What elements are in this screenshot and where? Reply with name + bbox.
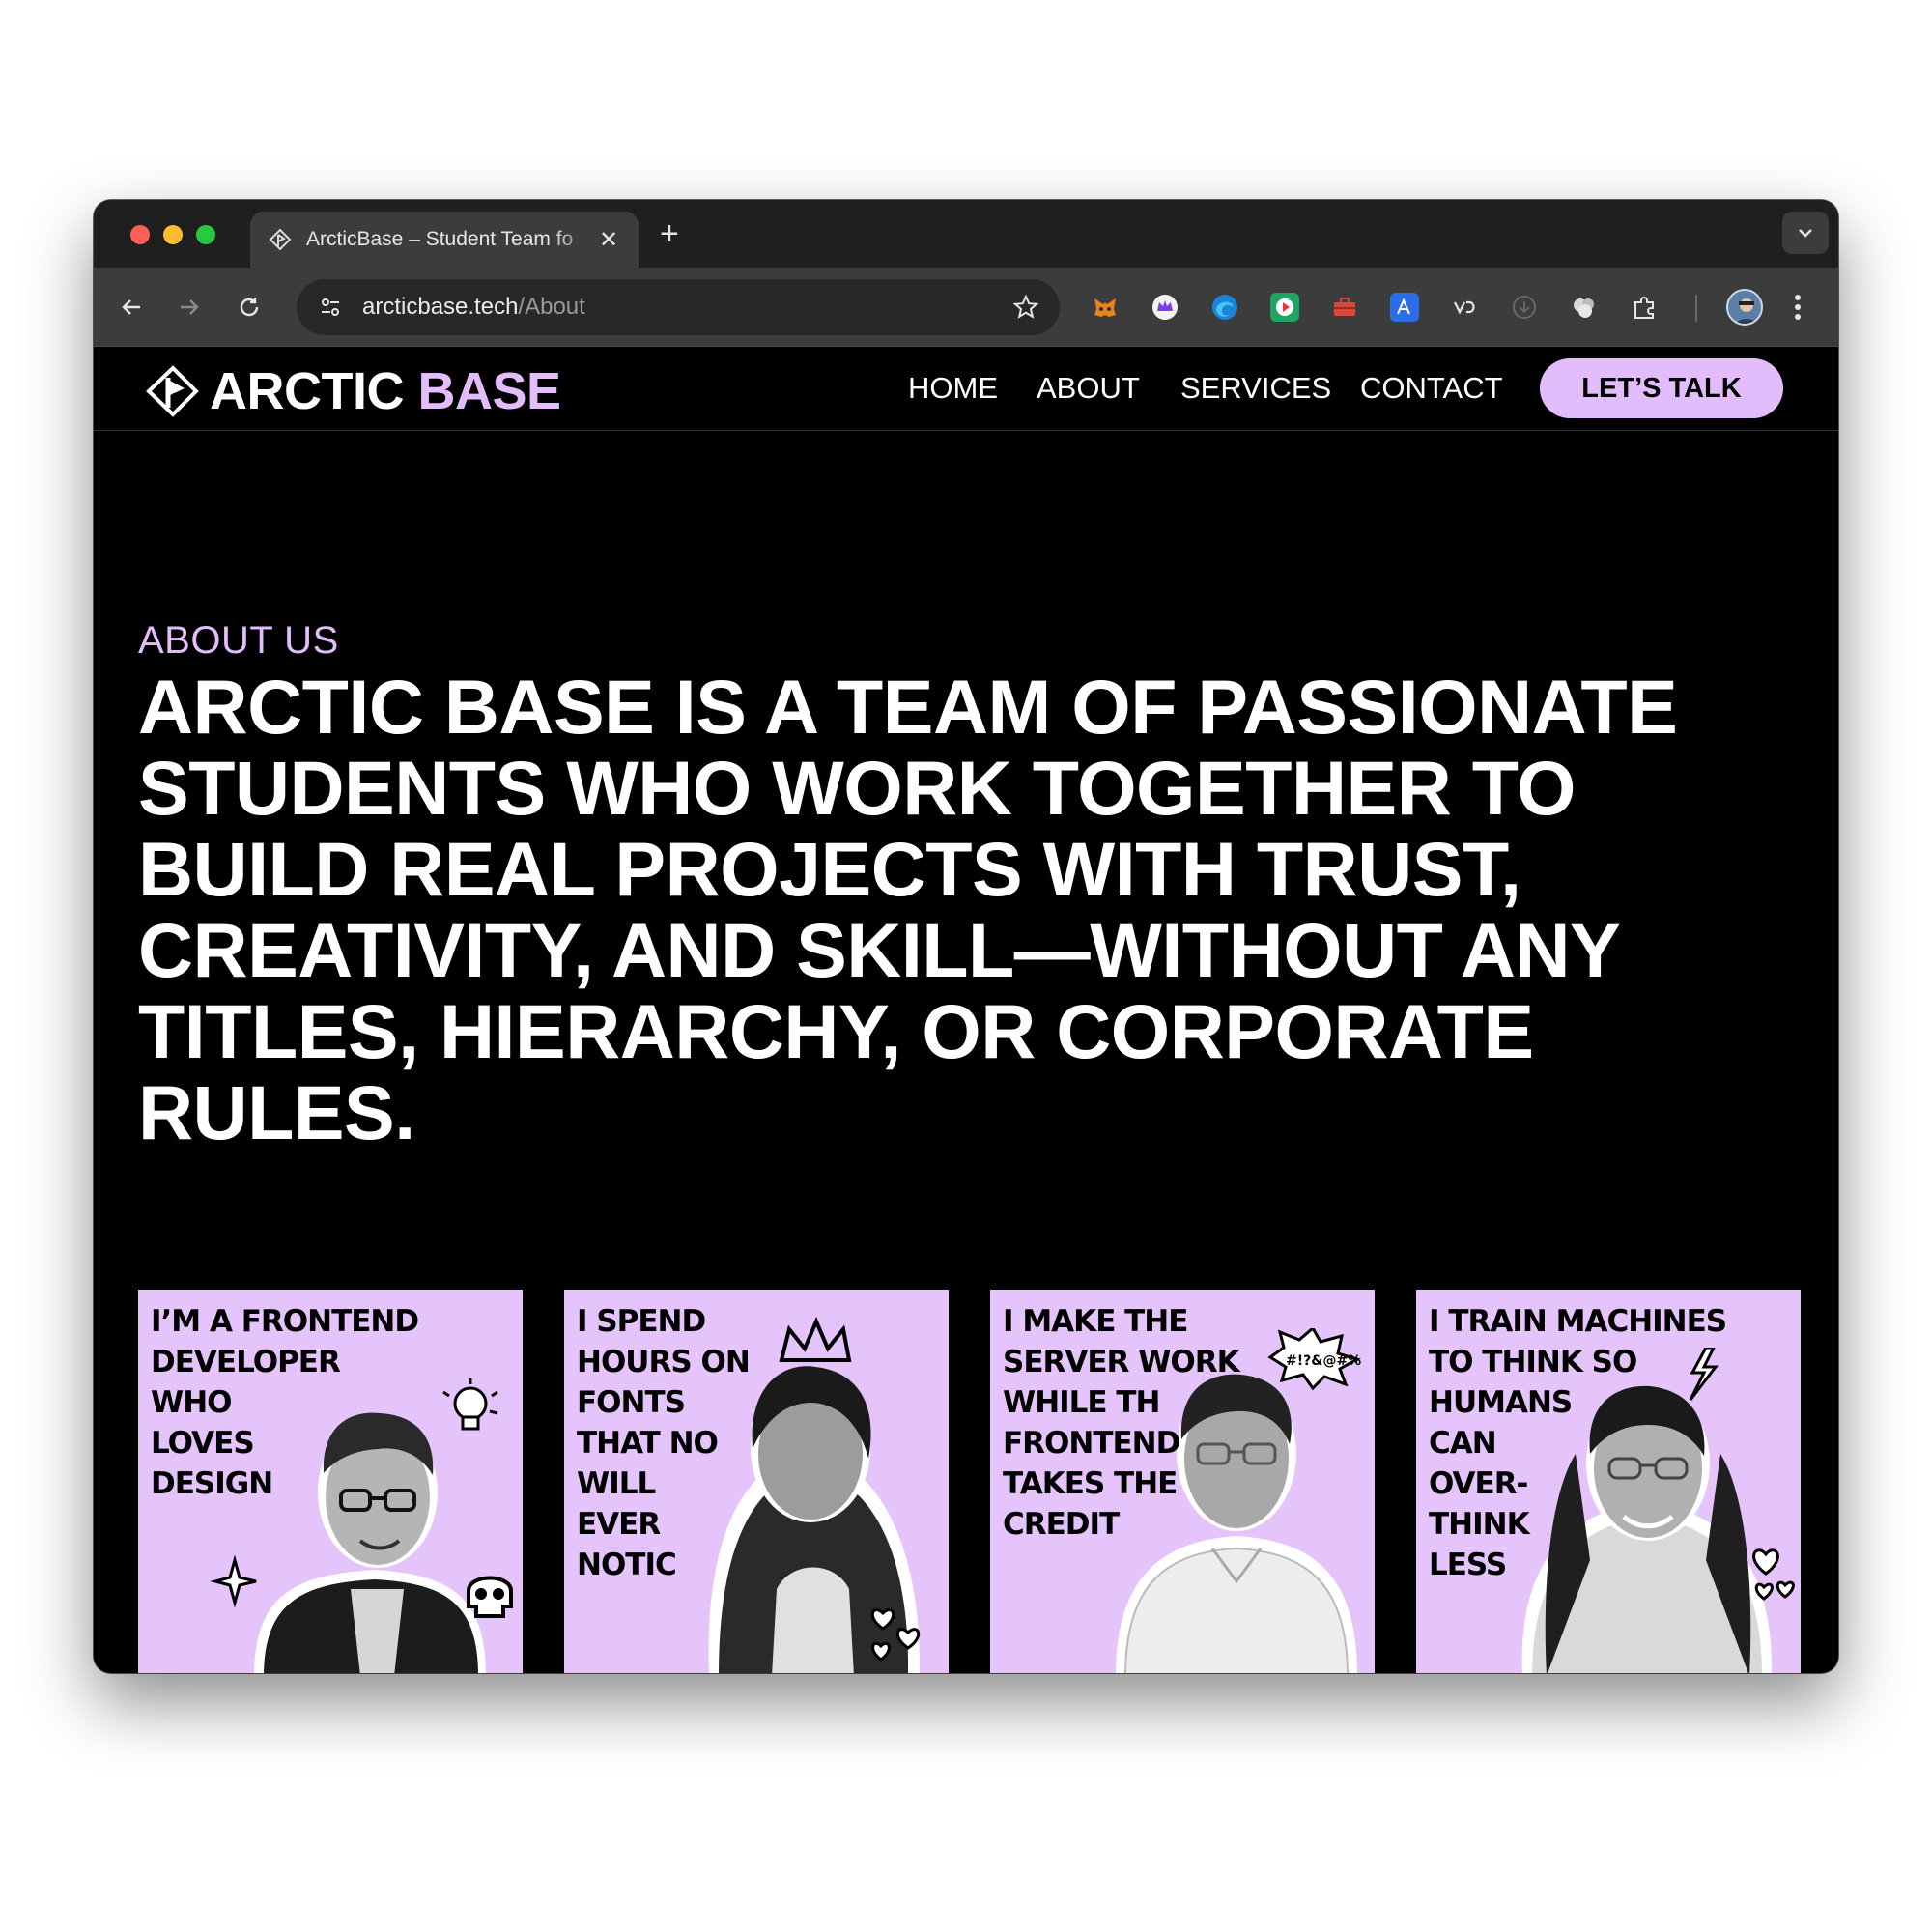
team-card[interactable]: I SPEND HOURS ON FONTS THAT NO WILL EVER NOTIC <box>564 1290 949 1673</box>
maximize-window-button[interactable] <box>196 225 215 244</box>
card-caption: I MAKE THE SERVER WORK WHILE TH FRONTEND TAK… <box>1003 1304 1240 1542</box>
crown-icon[interactable] <box>1151 293 1179 322</box>
speech-burst-icon: #!?&@#% <box>1267 1328 1361 1391</box>
profile-avatar[interactable] <box>1726 289 1763 326</box>
tab-search-button[interactable] <box>1782 212 1829 254</box>
toolbox-icon[interactable] <box>1330 293 1359 322</box>
url-path: /About <box>518 294 585 320</box>
forward-button[interactable] <box>173 291 206 324</box>
arrow-left-icon <box>122 299 140 315</box>
headline-line: BUILD REAL PROJECTS WITH TRUST, <box>138 826 1521 912</box>
metamask-icon[interactable] <box>1091 293 1120 322</box>
vd-icon[interactable] <box>1450 293 1479 322</box>
team-card[interactable]: I MAKE THE SERVER WORK WHILE TH FRONTEND TAK… <box>990 1290 1375 1673</box>
download-icon[interactable] <box>1510 293 1539 322</box>
sparkle-icon <box>210 1554 257 1608</box>
tab-title: ArcticBase – Student Team fo <box>306 228 574 250</box>
card-caption: I’M A FRONTEND DEVELOPER WHO LOVES DESIGN <box>151 1304 419 1501</box>
headline-line: TITLES, HIERARCHY, OR CORPORATE <box>138 988 1534 1074</box>
edge-icon[interactable] <box>1210 293 1239 322</box>
tab-strip: ArcticBase – Student Team fo ✕ + <box>94 200 1838 268</box>
headline-line: RULES. <box>138 1069 415 1155</box>
logo-word-arctic: ARCTIC <box>210 362 404 420</box>
team-cards: I’M A FRONTEND DEVELOPER WHO LOVES DESIGN <box>138 1290 1801 1673</box>
site-logo[interactable]: ARCTIC BASE <box>146 361 561 421</box>
tab-close-icon[interactable]: ✕ <box>596 226 621 254</box>
arctic-base-logo-icon <box>146 365 199 417</box>
hearts-doodle-icon <box>1752 1548 1795 1601</box>
nav-services[interactable]: SERVICES <box>1180 371 1331 406</box>
chevron-down-icon <box>1799 229 1812 238</box>
new-tab-button[interactable]: + <box>660 217 679 250</box>
section-eyebrow: ABOUT US <box>138 619 339 662</box>
translate-icon[interactable] <box>1390 293 1419 322</box>
nav-about[interactable]: ABOUT <box>1037 371 1140 406</box>
web-page: ARCTIC BASE HOME ABOUT SERVICES CONTACT … <box>94 348 1838 1673</box>
lightbulb-icon <box>442 1378 498 1431</box>
about-headline: ARCTIC BASE IS A TEAM OF PASSIONATE STUD… <box>138 667 1800 1153</box>
card-caption: I TRAIN MACHINES TO THINK SO HUMANS CAN OVER… <box>1429 1304 1727 1582</box>
browser-window: ArcticBase – Student Team fo ✕ + arcticb… <box>94 200 1838 1673</box>
site-info-icon[interactable] <box>316 293 345 322</box>
arrow-right-icon <box>181 299 199 315</box>
logo-word-base: BASE <box>417 362 562 420</box>
minimize-window-button[interactable] <box>163 225 183 244</box>
headline-line: CREATIVITY, AND SKILL—WITHOUT ANY <box>138 907 1621 993</box>
puzzle-icon[interactable] <box>1630 293 1659 322</box>
play-icon[interactable] <box>1270 293 1299 322</box>
card-caption: I SPEND HOURS ON FONTS THAT NO WILL EVER NOTIC <box>577 1304 751 1582</box>
curse-doodle-text: #!?&@#% <box>1286 1353 1361 1369</box>
nav-home[interactable]: HOME <box>908 371 998 406</box>
skull-icon <box>467 1576 513 1618</box>
browser-toolbar: arcticbase.tech/About <box>94 268 1838 347</box>
nav-contact[interactable]: CONTACT <box>1360 371 1503 406</box>
bookmark-star-icon[interactable] <box>1011 293 1040 322</box>
toolbar-divider <box>1695 295 1697 322</box>
reload-icon <box>240 298 259 317</box>
headline-line: STUDENTS WHO WORK TOGETHER TO <box>138 745 1576 831</box>
headline-line: ARCTIC BASE IS A TEAM OF PASSIONATE <box>138 664 1678 750</box>
close-window-button[interactable] <box>130 225 150 244</box>
site-header: ARCTIC BASE HOME ABOUT SERVICES CONTACT … <box>94 348 1838 431</box>
address-bar[interactable]: arcticbase.tech/About <box>297 279 1060 335</box>
team-card[interactable]: I TRAIN MACHINES TO THINK SO HUMANS CAN OVER… <box>1416 1290 1801 1673</box>
arcticbase-favicon-icon <box>268 227 293 252</box>
back-button[interactable] <box>115 291 148 324</box>
team-card[interactable]: I’M A FRONTEND DEVELOPER WHO LOVES DESIGN <box>138 1290 523 1673</box>
browser-tab-active[interactable]: ArcticBase – Student Team fo ✕ <box>250 212 639 268</box>
lets-talk-button[interactable]: LET’S TALK <box>1540 358 1783 418</box>
cloud-icon[interactable] <box>1570 293 1599 322</box>
crown-doodle-icon <box>779 1316 852 1362</box>
browser-menu-button[interactable] <box>1788 291 1807 324</box>
url-host: arcticbase.tech <box>362 294 519 320</box>
reload-button[interactable] <box>233 291 266 324</box>
